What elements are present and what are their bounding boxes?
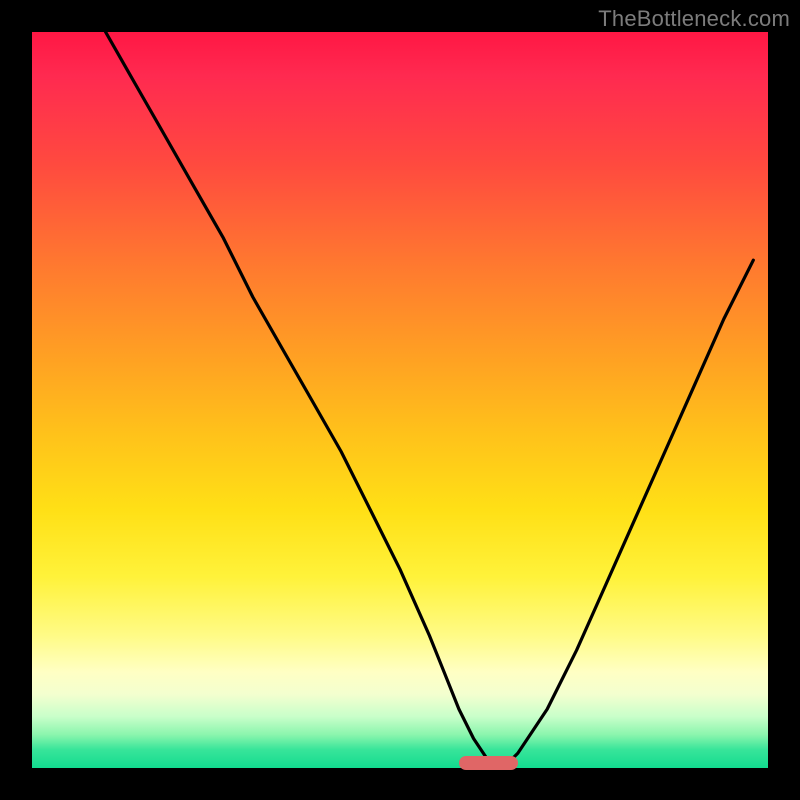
plot-area bbox=[32, 32, 768, 768]
optimum-marker bbox=[459, 756, 518, 770]
bottleneck-curve bbox=[32, 32, 768, 768]
watermark-text: TheBottleneck.com bbox=[598, 6, 790, 32]
chart-frame: TheBottleneck.com bbox=[0, 0, 800, 800]
curve-path bbox=[106, 32, 754, 768]
